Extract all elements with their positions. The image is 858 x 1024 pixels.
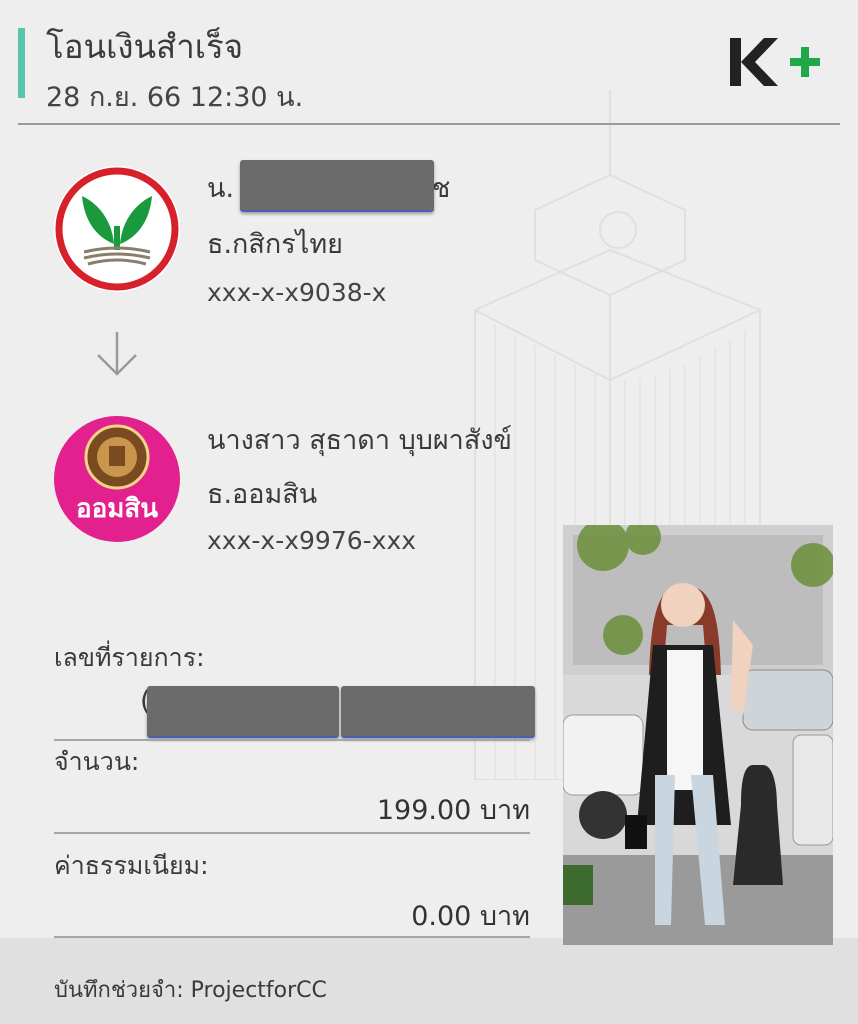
fee-value: 0.00 บาท: [411, 901, 530, 932]
memo-text: บันทึกช่วยจำ: ProjectforCC: [54, 978, 327, 1003]
receiver-bank-name: ธ.ออมสิน: [207, 479, 318, 510]
sender-name-suffix: ช: [432, 173, 451, 204]
sender-name-redaction: [240, 160, 434, 212]
header-divider: [18, 123, 840, 125]
transaction-ref-redaction-2: [341, 686, 535, 738]
sender-name-prefix: น.: [207, 173, 235, 204]
transaction-datetime: 28 ก.ย. 66 12:30 น.: [46, 82, 304, 113]
receiver-name: นางสาว สุธาดา บุบผาสังข์: [207, 425, 512, 456]
transaction-ref-redaction-1: [147, 686, 339, 738]
sender-account-number: xxx-x-x9038-x: [207, 278, 387, 307]
fee-label: ค่าธรรมเนียม:: [54, 851, 209, 880]
receiver-account-number: xxx-x-x9976-xxx: [207, 526, 417, 555]
sender-bank-name: ธ.กสิกรไทย: [207, 229, 343, 260]
divider-amount: [54, 832, 530, 834]
transaction-ref-label: เลขที่รายการ:: [54, 643, 205, 672]
gsb-bank-logo-icon: ออมสิน: [54, 416, 180, 542]
arrow-down-icon: [97, 332, 137, 376]
overlay-photo: [563, 525, 833, 945]
page-title: โอนเงินสำเร็จ: [46, 27, 244, 66]
gsb-logo-text: ออมสิน: [75, 494, 158, 524]
kplus-logo-icon: [730, 38, 820, 86]
header-accent-bar: [18, 28, 25, 98]
divider-ref: [54, 739, 530, 741]
amount-label: จำนวน:: [54, 747, 140, 776]
amount-value: 199.00 บาท: [376, 795, 530, 826]
kasikorn-bank-logo-icon: [54, 166, 180, 292]
gsb-seal-icon: [84, 424, 150, 490]
